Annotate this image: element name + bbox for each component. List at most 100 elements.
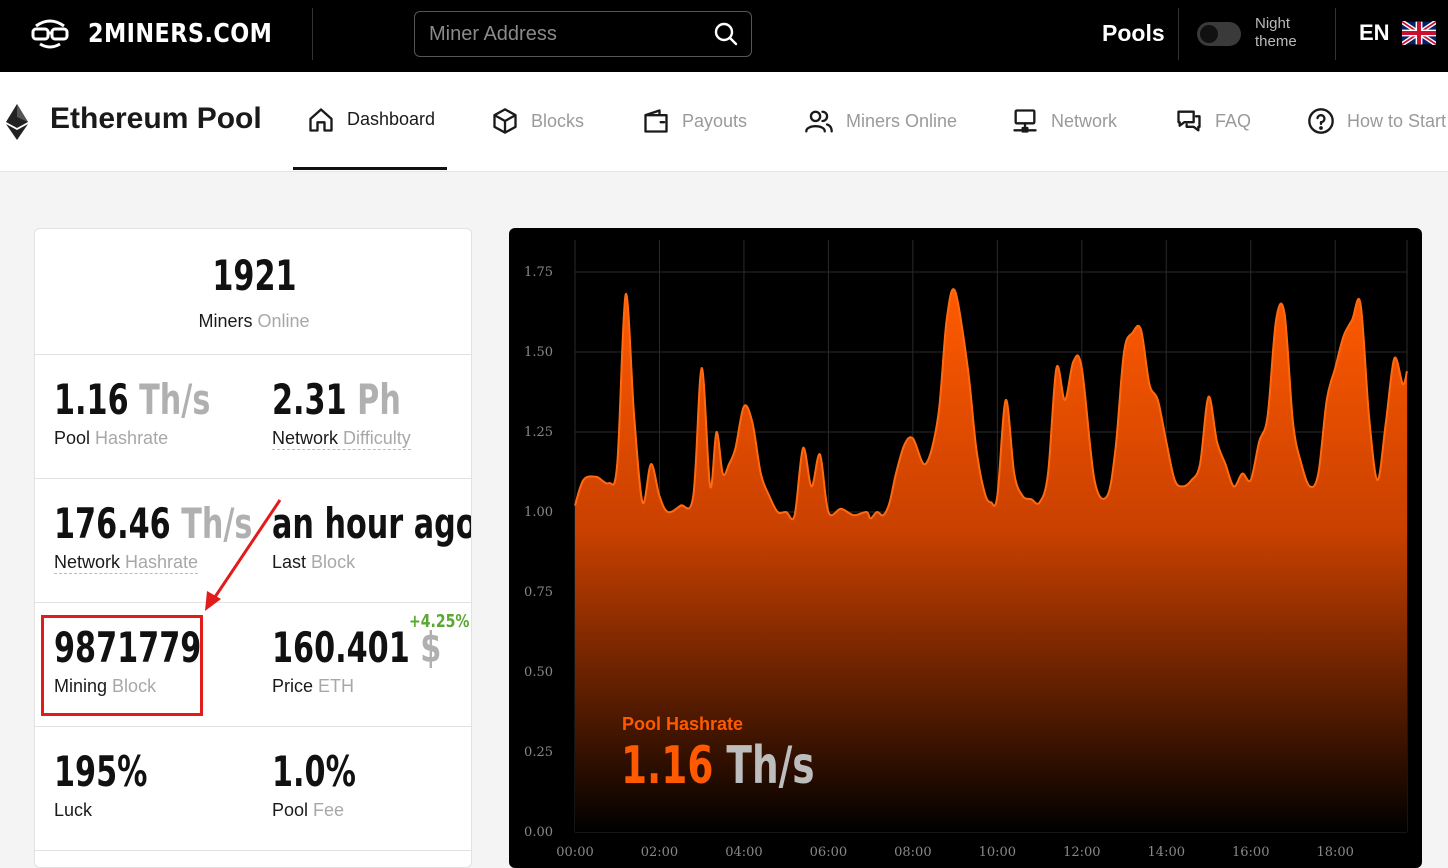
tab-how-to-start[interactable]: How to Start: [1307, 72, 1446, 170]
uk-flag-icon: [1401, 21, 1436, 45]
luck-stat: 195% Luck: [54, 747, 184, 821]
tab-dashboard[interactable]: Dashboard: [293, 72, 447, 170]
cube-icon: [493, 108, 517, 134]
tab-dashboard-label: Dashboard: [347, 109, 436, 129]
pool-fee-value: 1.0%: [272, 747, 356, 796]
network-hashrate-label-muted: Hashrate: [125, 552, 199, 572]
divider: [1335, 8, 1336, 60]
tab-payouts-label: Payouts: [682, 110, 748, 131]
users-icon: [805, 110, 833, 133]
x-tick-label: 08:00: [894, 845, 931, 860]
chart-legend-title: Pool Hashrate: [622, 714, 744, 734]
y-tick-label: 0.00: [524, 825, 553, 840]
pool-hashrate-label-muted: Hashrate: [95, 428, 169, 448]
pool-fee-label-main: Pool: [272, 800, 309, 820]
glasses-logo-icon: [31, 19, 69, 49]
x-tick-label: 02:00: [641, 845, 678, 860]
pool-hashrate-label-main: Pool: [54, 428, 91, 448]
pool-title: Ethereum Pool: [50, 102, 262, 135]
x-tick-label: 16:00: [1232, 845, 1269, 860]
toggle-knob: [1200, 25, 1218, 43]
chart-legend-number: 1.16: [621, 736, 714, 796]
miners-online-row: 1921 Miners Online: [35, 229, 471, 355]
x-tick-label: 10:00: [979, 845, 1016, 860]
miners-online-value: 1921: [211, 251, 297, 300]
tab-blocks[interactable]: Blocks: [491, 72, 584, 170]
search-icon[interactable]: [713, 21, 739, 47]
luck-label: Luck: [54, 800, 93, 820]
pools-menu[interactable]: Pools: [1102, 20, 1165, 47]
search-box[interactable]: [414, 11, 752, 57]
network-hashrate-number: 176.46: [54, 499, 171, 548]
luck-row: 195% Luck 1.0% Pool Fee: [35, 727, 471, 851]
pool-hashrate-chart: 0.00 0.25 0.50 0.75 1.00 1.25 1.50 1.75 00:00 02…: [509, 228, 1422, 868]
tab-faq-label: FAQ: [1215, 110, 1252, 131]
pool-hashrate-number: 1.16: [54, 375, 129, 424]
price-label-main: Price: [272, 676, 314, 696]
x-tick-label: 00:00: [556, 845, 593, 860]
brand-name: 2MINERS.COM: [88, 19, 273, 49]
hashrate-row: 1.16 Th/s Pool Hashrate 2.31 Ph Network …: [35, 355, 471, 479]
miners-online-label-muted: Online: [257, 311, 310, 331]
last-block-stat: an hour ago Last Block: [272, 499, 471, 573]
night-theme-line1: Night: [1255, 15, 1291, 32]
network-difficulty-stat: 2.31 Ph Network Difficulty: [272, 375, 471, 450]
language-code: EN: [1359, 20, 1390, 45]
network-difficulty-number: 2.31: [272, 375, 347, 424]
tab-miners-online-label: Miners Online: [846, 110, 958, 131]
night-theme-label: Night theme: [1255, 15, 1297, 51]
tab-blocks-label: Blocks: [531, 110, 585, 131]
y-tick-label: 1.25: [524, 425, 553, 440]
wallet-icon: [644, 109, 668, 133]
pool-hashrate-label: Pool Hashrate: [54, 428, 271, 449]
divider: [312, 8, 313, 60]
chart-legend-value: 1.16 Th/s: [621, 736, 815, 796]
y-tick-label: 0.25: [524, 745, 553, 760]
y-tick-label: 1.50: [524, 345, 553, 360]
price-stat: 160.401 $ Price ETH: [272, 623, 471, 697]
tab-network-label: Network: [1051, 110, 1118, 131]
pool-hashrate-stat: 1.16 Th/s Pool Hashrate: [54, 375, 271, 449]
miners-online-label-main: Miners: [198, 311, 253, 331]
price-label-muted: ETH: [318, 676, 355, 696]
night-theme-toggle[interactable]: [1197, 22, 1241, 46]
highlight-box: [41, 615, 203, 716]
miner-address-input[interactable]: [429, 22, 713, 46]
network-icon: [1013, 109, 1037, 133]
annotation-arrow-icon: [205, 499, 282, 611]
home-icon: [309, 107, 333, 132]
tab-how-to-start-label: How to Start: [1347, 110, 1447, 131]
luck-value: 195%: [54, 747, 148, 796]
language-selector[interactable]: EN: [1359, 20, 1436, 46]
y-tick-label: 1.75: [524, 265, 553, 280]
network-difficulty-label[interactable]: Network Difficulty: [272, 428, 411, 450]
x-tick-label: 18:00: [1316, 845, 1353, 860]
network-difficulty-unit: Ph: [357, 375, 401, 424]
pool-fee-label: Pool Fee: [272, 800, 388, 821]
x-tick-label: 14:00: [1148, 845, 1185, 860]
question-icon: [1308, 108, 1334, 134]
tab-network[interactable]: Network: [1011, 72, 1117, 170]
pool-hashrate-value: 1.16 Th/s: [54, 375, 210, 424]
top-bar: 2MINERS.COM Pools Night theme EN: [0, 0, 1448, 72]
y-tick-label: 0.75: [524, 585, 553, 600]
network-hashrate-label[interactable]: Network Hashrate: [54, 552, 199, 574]
tab-miners-online[interactable]: Miners Online: [804, 72, 957, 170]
ethereum-icon: [6, 104, 28, 140]
night-theme-line2: theme: [1255, 33, 1297, 50]
price-number: 160.401: [272, 623, 410, 672]
network-difficulty-label-main: Network: [272, 428, 339, 448]
tab-faq[interactable]: FAQ: [1175, 72, 1251, 170]
x-tick-label: 12:00: [1063, 845, 1100, 860]
network-difficulty-label-muted: Difficulty: [343, 428, 411, 448]
x-tick-label: 06:00: [810, 845, 847, 860]
price-label: Price ETH: [272, 676, 471, 697]
logo[interactable]: 2MINERS.COM: [30, 16, 302, 52]
x-tick-label: 04:00: [725, 845, 762, 860]
tab-payouts[interactable]: Payouts: [642, 72, 747, 170]
network-difficulty-value: 2.31 Ph: [272, 375, 401, 424]
chart-legend-unit: Th/s: [726, 736, 815, 796]
y-tick-label: 0.50: [524, 665, 553, 680]
y-tick-label: 1.00: [524, 505, 553, 520]
pool-hashrate-unit: Th/s: [139, 375, 211, 424]
